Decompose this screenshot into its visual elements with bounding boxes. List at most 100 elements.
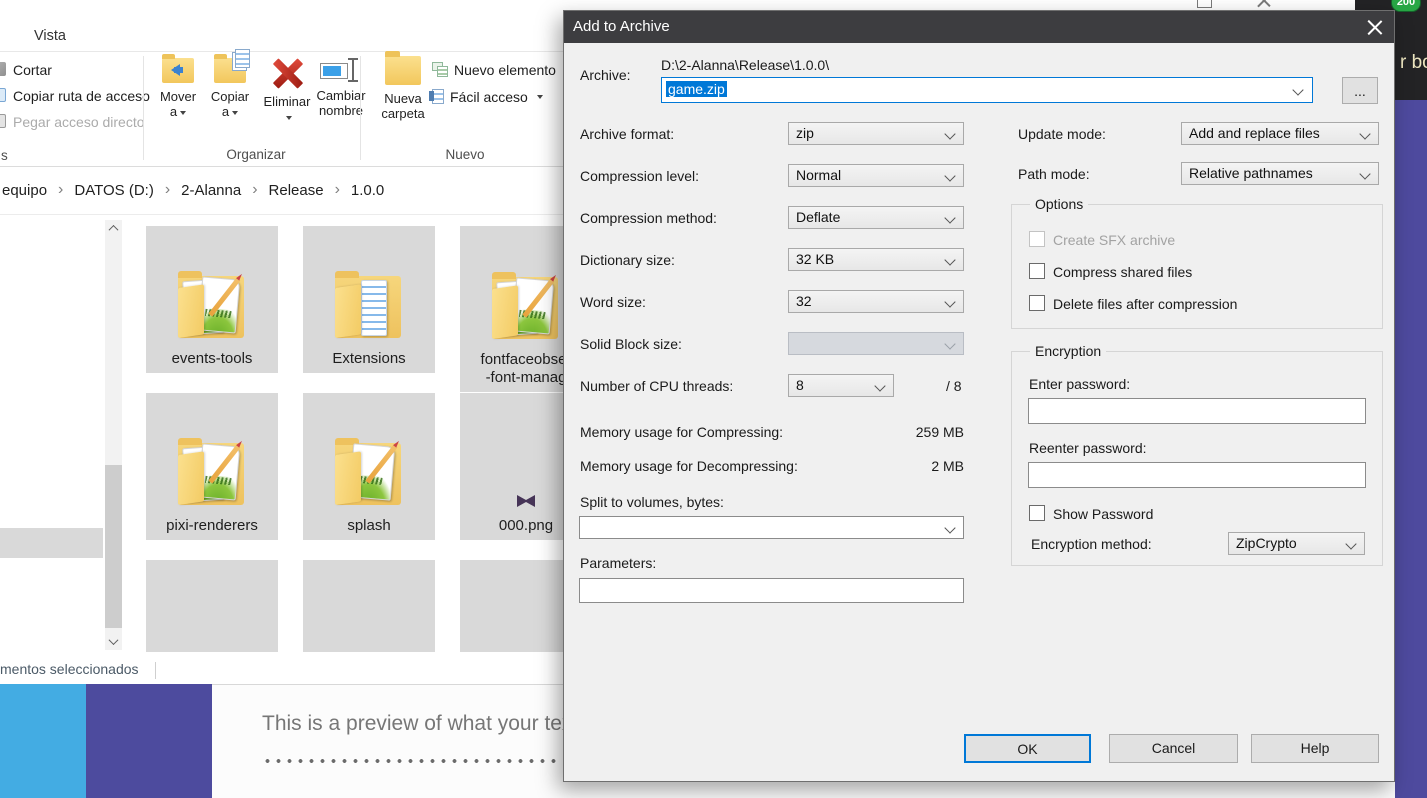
breadcrumb-item[interactable]: 2-Alanna	[181, 182, 241, 199]
group-label-new: Nuevo	[380, 147, 550, 162]
field-label: Archive format:	[580, 126, 674, 142]
chevron-down-icon	[180, 111, 186, 118]
file-tile-extensions[interactable]: Extensions	[303, 226, 435, 373]
chevron-down-icon	[537, 95, 543, 102]
compression-method-combobox[interactable]: Deflate	[788, 206, 964, 229]
compress-shared-checkbox[interactable]	[1029, 263, 1045, 279]
dialog-title-bar[interactable]: Add to Archive	[564, 11, 1394, 43]
browse-button[interactable]: ...	[1342, 77, 1378, 104]
tab-vista[interactable]: Vista	[34, 28, 66, 44]
nav-pane-selected-item[interactable]	[0, 528, 103, 558]
archive-name-combobox[interactable]: game.zip	[661, 77, 1313, 103]
field-label: Solid Block size:	[580, 336, 682, 352]
compress-shared-label: Compress shared files	[1053, 264, 1192, 280]
group-label-organize: Organizar	[150, 147, 362, 162]
dialog-title: Add to Archive	[573, 18, 670, 35]
folder-icon	[327, 439, 411, 509]
cancel-button[interactable]: Cancel	[1109, 734, 1238, 763]
screen: Vista Cortar Copiar ruta de acceso Pegar…	[0, 0, 1427, 798]
delete-after-label: Delete files after compression	[1053, 296, 1237, 312]
scroll-down-button[interactable]	[105, 633, 122, 650]
cpu-threads-max: / 8	[946, 378, 962, 394]
show-password-checkbox[interactable]	[1029, 505, 1045, 521]
file-tile-splash[interactable]: splash	[303, 393, 435, 540]
paste-shortcut-icon	[0, 114, 6, 128]
ok-button[interactable]: OK	[964, 734, 1091, 763]
create-sfx-checkbox	[1029, 231, 1045, 247]
ribbon-item-facil-acceso[interactable]: Fácil acceso	[432, 88, 543, 105]
maximize-icon[interactable]	[1197, 0, 1212, 8]
copy-to-icon	[214, 58, 246, 83]
memory-decompressing-row: Memory usage for Decompressing: 2 MB	[580, 458, 964, 474]
archive-filename: game.zip	[666, 81, 727, 97]
update-mode-combobox[interactable]: Add and replace files	[1181, 122, 1379, 145]
ribbon-button-nueva-carpeta[interactable]: Nueva carpeta	[374, 54, 432, 121]
ribbon-button-mover-a[interactable]: Mover a	[152, 56, 204, 119]
ribbon-item-nuevo-elemento[interactable]: Nuevo elemento	[432, 61, 571, 78]
dictionary-size-combobox[interactable]: 32 KB	[788, 248, 964, 271]
file-tile-events-tools[interactable]: events-tools	[146, 226, 278, 373]
add-to-archive-dialog: Add to Archive Archive: D:\2-Alanna\Rele…	[563, 10, 1395, 782]
new-folder-icon	[385, 56, 421, 85]
breadcrumb-item[interactable]: DATOS (D:)	[74, 182, 153, 199]
enter-password-input[interactable]	[1028, 398, 1366, 424]
chevron-right-icon: ›	[58, 181, 63, 199]
help-button[interactable]: Help	[1251, 734, 1379, 763]
archive-format-combobox[interactable]: zip	[788, 122, 964, 145]
path-mode-label: Path mode:	[1018, 166, 1090, 182]
compression-level-combobox[interactable]: Normal	[788, 164, 964, 187]
update-mode-label: Update mode:	[1018, 126, 1106, 142]
chevron-down-icon	[109, 635, 119, 645]
field-label: Dictionary size:	[580, 252, 675, 268]
group-label-clipboard: s	[1, 148, 8, 163]
scroll-up-button[interactable]	[105, 220, 122, 237]
parameters-label: Parameters:	[580, 555, 656, 571]
enter-password-label: Enter password:	[1029, 376, 1130, 392]
chevron-down-icon	[232, 111, 238, 118]
file-tile-empty[interactable]	[146, 560, 278, 652]
chevron-up-icon	[109, 225, 119, 235]
chevron-right-icon: ›	[252, 181, 257, 199]
easy-access-icon	[432, 89, 444, 104]
purple-window-edge	[1395, 100, 1427, 798]
reenter-password-input[interactable]	[1028, 462, 1366, 488]
file-tile-pixi-renderers[interactable]: pixi-renderers	[146, 393, 278, 540]
image-icon	[517, 495, 535, 507]
encryption-method-combobox[interactable]: ZipCrypto	[1228, 532, 1365, 555]
parameters-input[interactable]	[579, 578, 964, 603]
split-to-volumes-combobox[interactable]	[579, 516, 964, 539]
archive-label: Archive:	[580, 67, 631, 83]
scrollbar-thumb[interactable]	[105, 465, 122, 628]
preview-sidebar-purple	[86, 684, 212, 798]
ribbon-button-copiar-a[interactable]: Copiar a	[204, 56, 256, 119]
breadcrumb-item[interactable]: Release	[269, 182, 324, 199]
dotted-line	[262, 758, 559, 764]
scrollbar[interactable]	[105, 220, 122, 650]
memory-decompressing-value: 2 MB	[931, 458, 964, 474]
file-tile-empty[interactable]	[303, 560, 435, 652]
chevron-down-icon	[286, 116, 292, 123]
archive-path: D:\2-Alanna\Release\1.0.0\	[661, 57, 829, 73]
create-sfx-label: Create SFX archive	[1053, 232, 1175, 248]
delete-after-checkbox[interactable]	[1029, 295, 1045, 311]
rename-icon	[320, 58, 362, 82]
encryption-method-label: Encryption method:	[1031, 536, 1152, 552]
folder-icon	[327, 272, 411, 342]
divider	[0, 214, 563, 215]
solid-block-size-combobox	[788, 332, 964, 355]
breadcrumb: equipo › DATOS (D:) › 2-Alanna › Release…	[2, 181, 384, 199]
breadcrumb-item[interactable]: 1.0.0	[351, 182, 384, 199]
field-label: Compression level:	[580, 168, 699, 184]
path-mode-combobox[interactable]: Relative pathnames	[1181, 162, 1379, 185]
close-icon[interactable]	[1366, 18, 1384, 36]
move-to-icon	[162, 58, 194, 83]
chevron-right-icon: ›	[165, 181, 170, 199]
close-icon[interactable]	[1256, 0, 1272, 8]
cpu-threads-combobox[interactable]: 8	[788, 374, 894, 397]
divider	[360, 56, 361, 160]
field-label: Compression method:	[580, 210, 717, 226]
word-size-combobox[interactable]: 32	[788, 290, 964, 313]
breadcrumb-item[interactable]: equipo	[2, 182, 47, 199]
ribbon-button-eliminar[interactable]: Eliminar	[258, 56, 316, 124]
folder-icon	[484, 273, 568, 343]
